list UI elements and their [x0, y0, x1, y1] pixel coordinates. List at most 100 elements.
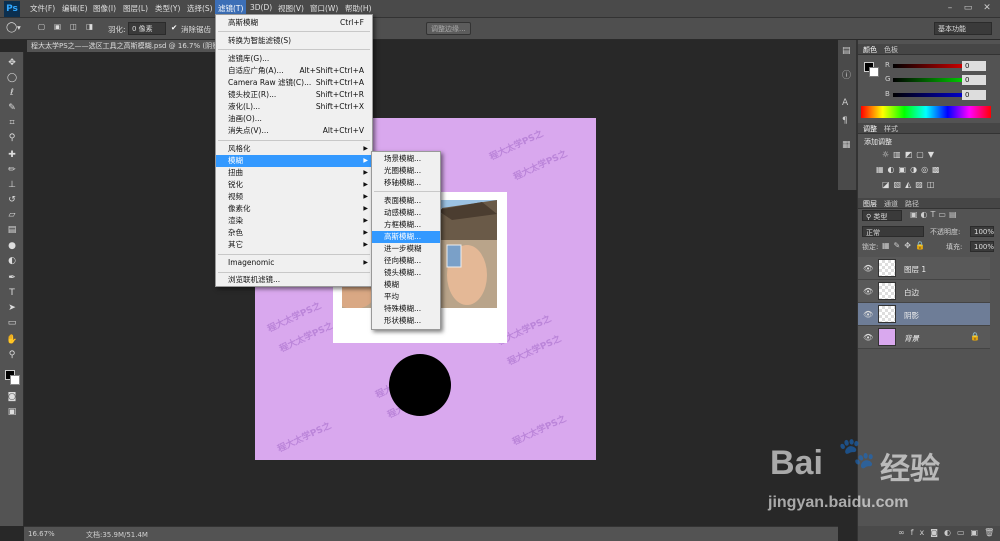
- menu-3d[interactable]: 3D(D): [250, 3, 272, 12]
- pen-tool-icon[interactable]: ✒: [4, 271, 20, 285]
- move-tool-icon[interactable]: ✥: [4, 56, 20, 70]
- blur-surface[interactable]: 表面模糊...: [372, 195, 440, 207]
- filter-vanishing-point[interactable]: 消失点(V)... Alt+Ctrl+V: [216, 125, 372, 137]
- eye-icon[interactable]: 👁: [863, 310, 873, 319]
- color-spectrum[interactable]: [861, 106, 991, 118]
- marquee-tool-icon[interactable]: ◯: [4, 71, 20, 85]
- menu-edit[interactable]: 编辑(E): [62, 3, 88, 14]
- blur-field[interactable]: 场景模糊...: [372, 153, 440, 165]
- color-bg-swatch[interactable]: [869, 67, 879, 77]
- gradient-tool-icon[interactable]: ▤: [4, 223, 20, 237]
- layer-row[interactable]: 👁 白边: [858, 280, 990, 303]
- filter-adaptive-wide-angle[interactable]: 自适应广角(A)... Alt+Shift+Ctrl+A: [216, 65, 372, 77]
- filter-stylize[interactable]: 风格化 ▶: [216, 143, 372, 155]
- menu-layer[interactable]: 图层(L): [123, 3, 148, 14]
- adjustment-icons-row2[interactable]: ▦◐▣◑◎▩: [876, 165, 944, 174]
- info-icon[interactable]: ⓘ: [842, 68, 851, 81]
- blur-average[interactable]: 平均: [372, 291, 440, 303]
- blur-box[interactable]: 方框模糊...: [372, 219, 440, 231]
- adjustment-icons-row3[interactable]: ◪▧◭▨◫: [882, 180, 938, 189]
- tab-paths[interactable]: 路径: [905, 199, 919, 209]
- menu-file[interactable]: 文件(F): [30, 3, 55, 14]
- tab-adjustments[interactable]: 调整: [863, 124, 877, 134]
- filter-render[interactable]: 渲染 ▶: [216, 215, 372, 227]
- blur-smart[interactable]: 特殊模糊...: [372, 303, 440, 315]
- filter-imagenomic[interactable]: Imagenomic ▶: [216, 257, 372, 269]
- layer-kind-filter[interactable]: ⚲ 类型: [862, 210, 902, 221]
- layers-footer-icons[interactable]: ∞fx◙◐▭▣🗑: [858, 526, 1000, 541]
- blend-mode-select[interactable]: 正常: [862, 226, 924, 237]
- filter-blur[interactable]: 模糊 ▶: [216, 155, 372, 167]
- menu-image[interactable]: 图像(I): [93, 3, 116, 14]
- minimize-icon[interactable]: –: [943, 2, 957, 15]
- menu-select[interactable]: 选择(S): [187, 3, 213, 14]
- properties-icon[interactable]: ▦: [842, 140, 851, 150]
- filter-lens-correction[interactable]: 镜头校正(R)... Shift+Ctrl+R: [216, 89, 372, 101]
- restore-icon[interactable]: ▭: [961, 2, 975, 15]
- stamp-tool-icon[interactable]: ⊥: [4, 178, 20, 192]
- history-icon[interactable]: ▤: [842, 46, 851, 56]
- new-selection-icon[interactable]: ▢: [38, 22, 45, 31]
- menu-window[interactable]: 窗口(W): [310, 3, 338, 14]
- layer-filter-icons[interactable]: ▣◐T▭▤: [910, 210, 960, 219]
- adjustment-icons-row1[interactable]: ☼▥◩▢▼: [882, 150, 938, 159]
- blur-lens[interactable]: 镜头模糊...: [372, 267, 440, 279]
- zoom-tool-icon[interactable]: ⚲: [4, 348, 20, 362]
- crop-tool-icon[interactable]: ⌗: [4, 116, 20, 130]
- filter-sharpen[interactable]: 锐化 ▶: [216, 179, 372, 191]
- filter-liquify[interactable]: 液化(L)... Shift+Ctrl+X: [216, 101, 372, 113]
- dodge-tool-icon[interactable]: ◐: [4, 254, 20, 268]
- close-icon[interactable]: ✕: [980, 2, 994, 15]
- type-tool-icon[interactable]: T: [4, 286, 20, 300]
- lock-icons[interactable]: ▦✎✥🔒: [882, 241, 929, 250]
- tab-styles[interactable]: 样式: [884, 124, 898, 134]
- zoom-level[interactable]: 16.67%: [28, 530, 55, 538]
- add-selection-icon[interactable]: ▣: [54, 22, 61, 31]
- tab-swatches[interactable]: 色板: [884, 45, 898, 55]
- quick-select-tool-icon[interactable]: ✎: [4, 101, 20, 115]
- layer-row[interactable]: 👁 背景 🔒: [858, 326, 990, 349]
- filter-last-gaussian[interactable]: 高斯模糊 Ctrl+F: [216, 17, 372, 29]
- document-tab[interactable]: 程大太学PS之——选区工具之高斯模糊.psd @ 16.7% (阴影: [27, 40, 217, 52]
- filter-other[interactable]: 其它 ▶: [216, 239, 372, 251]
- tab-layers[interactable]: 图层: [863, 199, 877, 209]
- layer-row-selected[interactable]: 👁 阴影: [858, 303, 990, 326]
- brush-tool-icon[interactable]: ✏: [4, 163, 20, 177]
- eye-icon[interactable]: 👁: [863, 264, 873, 273]
- hand-tool-icon[interactable]: ✋: [4, 333, 20, 347]
- menu-help[interactable]: 帮助(H): [345, 3, 372, 14]
- menu-view[interactable]: 视图(V): [278, 3, 304, 14]
- shape-tool-icon[interactable]: ▭: [4, 316, 20, 330]
- blur-more[interactable]: 进一步模糊: [372, 243, 440, 255]
- feather-input[interactable]: 0 像素: [128, 22, 166, 35]
- blur-tool-icon[interactable]: ●: [4, 239, 20, 253]
- blur-motion[interactable]: 动感模糊...: [372, 207, 440, 219]
- tool-preset-chevron-icon[interactable]: ▾: [17, 23, 21, 32]
- filter-oil-paint[interactable]: 油画(O)...: [216, 113, 372, 125]
- background-color-swatch[interactable]: [10, 375, 20, 385]
- quick-mask-icon[interactable]: ◙: [4, 390, 20, 404]
- history-brush-icon[interactable]: ↺: [4, 193, 20, 207]
- fill-input[interactable]: 100%: [970, 241, 994, 252]
- intersect-selection-icon[interactable]: ◨: [86, 22, 93, 31]
- layer-row[interactable]: 👁 图层 1: [858, 257, 990, 280]
- eye-icon[interactable]: 👁: [863, 287, 873, 296]
- lasso-tool-icon[interactable]: ℓ: [4, 86, 20, 100]
- filter-browse-online[interactable]: 浏览联机滤镜...: [216, 274, 372, 286]
- blur-iris[interactable]: 光圈模糊...: [372, 165, 440, 177]
- tab-channels[interactable]: 通道: [884, 199, 898, 209]
- subtract-selection-icon[interactable]: ◫: [70, 22, 77, 31]
- filter-gallery[interactable]: 滤镜库(G)...: [216, 53, 372, 65]
- blur-radial[interactable]: 径向模糊...: [372, 255, 440, 267]
- screen-mode-icon[interactable]: ▣: [4, 405, 20, 419]
- path-select-tool-icon[interactable]: ➤: [4, 301, 20, 315]
- character-icon[interactable]: A: [842, 98, 848, 108]
- refine-edge-button[interactable]: 调整边缘...: [426, 22, 471, 35]
- opacity-input[interactable]: 100%: [970, 226, 994, 237]
- tab-color[interactable]: 颜色: [863, 45, 877, 55]
- filter-pixelate[interactable]: 像素化 ▶: [216, 203, 372, 215]
- red-value[interactable]: 0: [962, 61, 986, 71]
- green-value[interactable]: 0: [962, 75, 986, 85]
- filter-camera-raw[interactable]: Camera Raw 滤镜(C)... Shift+Ctrl+A: [216, 77, 372, 89]
- ellipse-marquee-icon[interactable]: ◯: [6, 22, 17, 33]
